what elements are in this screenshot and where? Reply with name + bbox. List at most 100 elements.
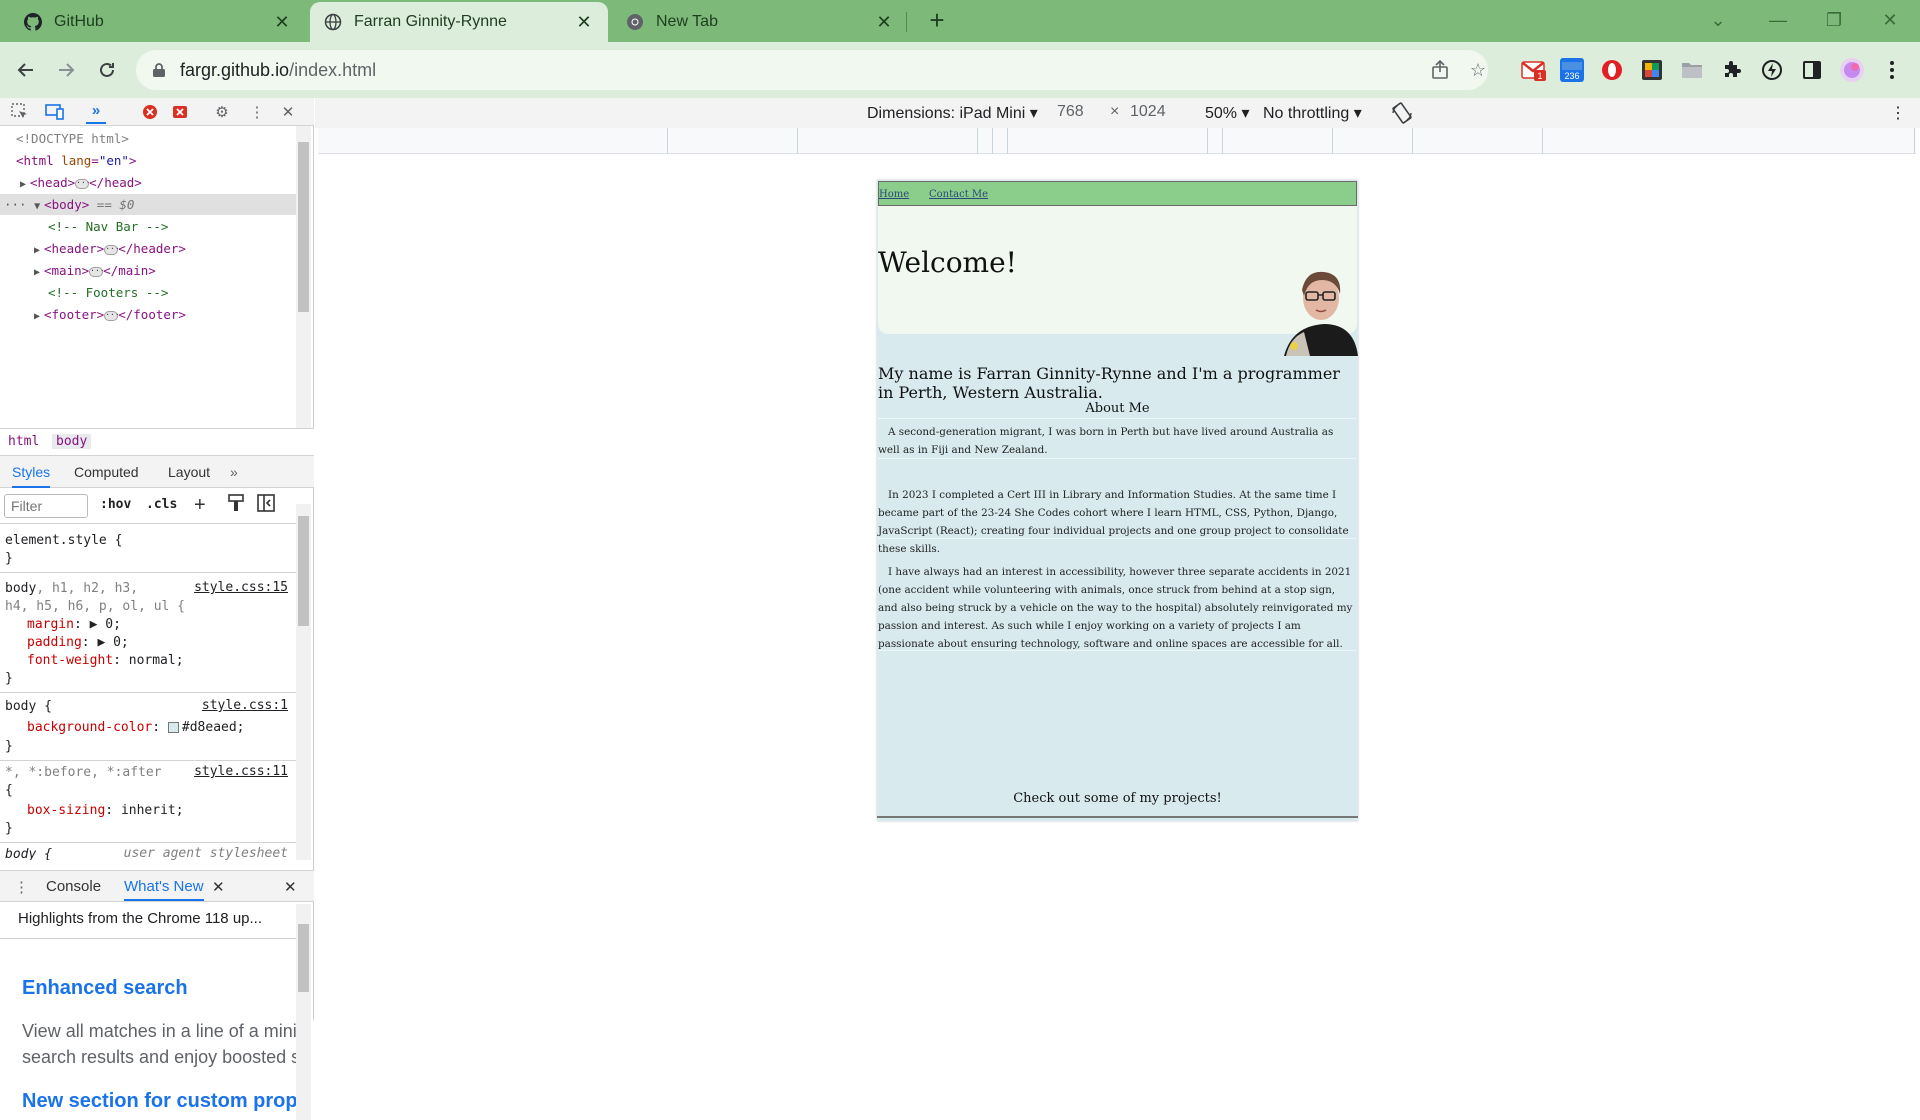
tab-github[interactable]: GitHub ✕ bbox=[10, 2, 306, 42]
drawer-menu-icon[interactable]: ⋮ bbox=[14, 878, 29, 896]
side-panel-icon[interactable] bbox=[1798, 56, 1826, 84]
cls-toggle[interactable]: .cls bbox=[146, 497, 177, 512]
expand-triangle-icon[interactable]: ▶ bbox=[20, 174, 30, 195]
padding-declaration[interactable]: padding: ▶ 0; bbox=[27, 634, 129, 652]
bookmark-star-icon[interactable]: ☆ bbox=[1468, 60, 1488, 80]
tree-html[interactable]: <html lang="en"> bbox=[16, 150, 312, 171]
ellipsis-icon[interactable]: ··· bbox=[89, 266, 105, 277]
row-menu-icon[interactable]: ··· bbox=[4, 197, 34, 212]
close-icon[interactable]: ✕ bbox=[574, 12, 594, 32]
nav-link-home[interactable]: Home bbox=[879, 189, 909, 200]
calendar-extension-icon[interactable]: 236 bbox=[1558, 56, 1586, 84]
close-devtools-icon[interactable]: ✕ bbox=[278, 102, 298, 122]
tab-farran[interactable]: Farran Ginnity-Rynne ✕ bbox=[310, 2, 608, 42]
media-segment[interactable] bbox=[1223, 128, 1333, 154]
nav-link-contact[interactable]: Contact Me bbox=[929, 189, 988, 200]
media-segment[interactable] bbox=[1008, 128, 1208, 154]
tree-head[interactable]: ▶ <head>···</head> bbox=[20, 172, 316, 193]
elements-scrollbar[interactable] bbox=[296, 126, 311, 428]
rule1-source-link[interactable]: style.css:15 bbox=[194, 580, 288, 595]
media-segment[interactable] bbox=[668, 128, 798, 154]
filter-input[interactable]: Filter bbox=[4, 494, 88, 518]
tree-main[interactable]: ▶ <main>···</main> bbox=[34, 260, 330, 281]
restore-button[interactable]: ❐ bbox=[1806, 0, 1862, 40]
scroll-thumb[interactable] bbox=[298, 924, 309, 992]
rotate-icon[interactable] bbox=[1390, 101, 1414, 130]
close-drawer-icon[interactable]: ✕ bbox=[284, 878, 297, 896]
ellipsis-icon[interactable]: ··· bbox=[104, 310, 120, 321]
dimensions-dropdown[interactable]: Dimensions: iPad Mini ▾ bbox=[867, 103, 1038, 123]
minimize-button[interactable]: — bbox=[1750, 0, 1806, 40]
paint-brush-icon[interactable] bbox=[228, 494, 244, 515]
tab-new-tab[interactable]: New Tab ✕ bbox=[612, 2, 908, 42]
media-segment[interactable] bbox=[1543, 128, 1915, 154]
media-segment[interactable] bbox=[1413, 128, 1543, 154]
share-icon[interactable] bbox=[1430, 60, 1450, 80]
menu-icon[interactable] bbox=[1878, 56, 1906, 84]
expand-triangle-icon[interactable]: ▶ bbox=[34, 240, 44, 261]
ellipsis-icon[interactable]: ··· bbox=[104, 244, 120, 255]
font-weight-declaration[interactable]: font-weight: normal; bbox=[27, 652, 184, 670]
opera-extension-icon[interactable] bbox=[1598, 56, 1626, 84]
expand-triangle-icon[interactable]: ▶ bbox=[97, 635, 105, 650]
more-tabs-icon[interactable]: » bbox=[86, 98, 106, 124]
whats-new-highlight[interactable]: Highlights from the Chrome 118 up... bbox=[18, 910, 262, 927]
height-input[interactable]: 1024 bbox=[1130, 103, 1166, 121]
reload-button[interactable] bbox=[91, 54, 123, 86]
color-picker-extension-icon[interactable] bbox=[1638, 56, 1666, 84]
close-icon[interactable]: ✕ bbox=[874, 12, 894, 32]
zoom-dropdown[interactable]: 50% ▾ bbox=[1205, 103, 1250, 123]
expand-triangle-icon[interactable]: ▶ bbox=[90, 617, 98, 632]
tree-header[interactable]: ▶ <header>···</header> bbox=[34, 238, 330, 259]
rule2-source-link[interactable]: style.css:1 bbox=[202, 698, 288, 713]
tab-computed[interactable]: Computed bbox=[74, 464, 139, 480]
expand-triangle-icon[interactable]: ▶ bbox=[34, 262, 44, 283]
media-segment[interactable] bbox=[318, 128, 668, 154]
tab-search-icon[interactable]: ⌄ bbox=[1690, 0, 1746, 40]
tab-whats-new[interactable]: What's New bbox=[124, 878, 204, 901]
new-rule-icon[interactable]: + bbox=[194, 494, 206, 517]
rule3-source-link[interactable]: style.css:11 bbox=[194, 764, 288, 779]
forward-button[interactable] bbox=[50, 54, 82, 86]
rule3-selector[interactable]: *, *:before, *:after bbox=[5, 764, 162, 782]
expand-triangle-icon[interactable]: ▶ bbox=[34, 306, 44, 327]
styles-scrollbar[interactable] bbox=[296, 504, 311, 860]
breadcrumb-html[interactable]: html bbox=[8, 434, 39, 449]
color-swatch[interactable] bbox=[167, 722, 179, 733]
rule4-selector[interactable]: body { bbox=[5, 846, 52, 860]
close-window-button[interactable]: ✕ bbox=[1862, 0, 1918, 40]
media-segment[interactable] bbox=[798, 128, 978, 154]
breadcrumb-body[interactable]: body bbox=[52, 434, 92, 449]
rule1-selector[interactable]: body, h1, h2, h3, bbox=[5, 580, 138, 598]
tree-body-selected[interactable]: ··· ▼ <body> == $0 bbox=[0, 194, 296, 215]
hov-toggle[interactable]: :hov bbox=[100, 497, 131, 512]
margin-declaration[interactable]: margin: ▶ 0; bbox=[27, 616, 121, 634]
device-menu-icon[interactable]: ⋮ bbox=[1890, 103, 1906, 123]
lightning-extension-icon[interactable] bbox=[1758, 56, 1786, 84]
device-toggle-icon[interactable] bbox=[45, 102, 65, 122]
new-tab-button[interactable]: + bbox=[922, 6, 952, 36]
devtools-menu-icon[interactable]: ⋮ bbox=[247, 102, 267, 122]
media-segment[interactable] bbox=[1208, 128, 1223, 154]
sidebar-toggle-icon[interactable] bbox=[257, 494, 275, 515]
scroll-thumb[interactable] bbox=[298, 516, 309, 626]
puzzle-extensions-icon[interactable] bbox=[1718, 56, 1746, 84]
settings-gear-icon[interactable]: ⚙ bbox=[212, 102, 232, 122]
media-query-bar[interactable] bbox=[318, 128, 1916, 154]
gmail-extension-icon[interactable]: 1 bbox=[1520, 56, 1548, 84]
element-style-rule[interactable]: element.style { bbox=[5, 532, 122, 550]
whats-new-heading-2[interactable]: New section for custom prop bbox=[22, 1090, 296, 1113]
tree-doctype[interactable]: <!DOCTYPE html> bbox=[16, 128, 312, 149]
ellipsis-icon[interactable]: ··· bbox=[75, 178, 91, 189]
width-input[interactable]: 768 bbox=[1057, 103, 1084, 121]
error-count-icon[interactable] bbox=[140, 102, 160, 122]
collapse-triangle-icon[interactable]: ▼ bbox=[34, 196, 44, 217]
inspect-element-icon[interactable] bbox=[10, 102, 30, 122]
issues-count-icon[interactable] bbox=[170, 102, 190, 122]
tab-console[interactable]: Console bbox=[46, 878, 101, 895]
scroll-thumb[interactable] bbox=[298, 142, 309, 312]
tab-styles[interactable]: Styles bbox=[12, 464, 51, 488]
close-icon[interactable]: ✕ bbox=[212, 878, 225, 896]
whats-new-heading-1[interactable]: Enhanced search bbox=[22, 977, 188, 1000]
throttling-dropdown[interactable]: No throttling ▾ bbox=[1263, 103, 1362, 123]
